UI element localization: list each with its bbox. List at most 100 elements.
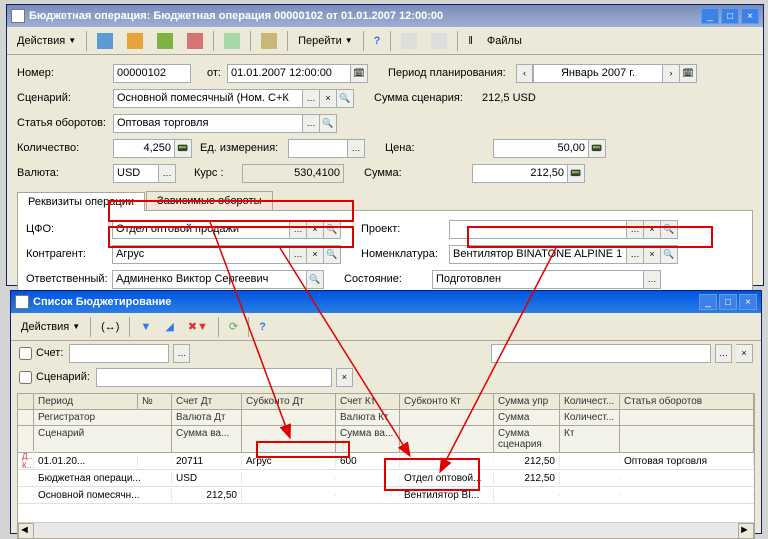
cfo-clear-icon[interactable]: × — [307, 220, 324, 239]
actions-menu-2[interactable]: Действия▼ — [15, 316, 86, 338]
col-registrator[interactable]: Регистратор — [34, 410, 172, 425]
qty-calc-icon[interactable]: 📟 — [175, 139, 192, 158]
h-scrollbar[interactable]: ◄► — [18, 522, 754, 538]
period-picker-icon[interactable]: 🗓 — [680, 64, 697, 83]
nomenclature-clear-icon[interactable]: × — [644, 245, 661, 264]
price-input[interactable] — [493, 139, 589, 158]
minimize-button[interactable]: _ — [701, 8, 719, 24]
sum-input[interactable] — [472, 164, 568, 183]
maximize-button[interactable]: □ — [721, 8, 739, 24]
tb-icon-7[interactable] — [395, 30, 423, 52]
col-sum[interactable]: Сумма — [494, 410, 560, 425]
tb-icon-2[interactable] — [121, 30, 149, 52]
article-select-icon[interactable]: … — [303, 114, 320, 133]
col-period[interactable]: Период — [34, 394, 138, 409]
counterparty-input[interactable] — [112, 245, 290, 264]
cfo-search-icon[interactable]: 🔍 — [324, 220, 341, 239]
scenario-checkbox[interactable] — [19, 371, 32, 384]
currency-input[interactable] — [113, 164, 159, 183]
project-input[interactable] — [449, 220, 627, 239]
number-input[interactable] — [113, 64, 191, 83]
counterparty-clear-icon[interactable]: × — [307, 245, 324, 264]
col-debit-sub[interactable]: Субконто Дт — [242, 394, 336, 409]
close-button[interactable]: × — [741, 8, 759, 24]
nomenclature-input[interactable] — [449, 245, 627, 264]
col-qty[interactable]: Количест... — [560, 394, 620, 409]
tb2-icon-4[interactable]: ✖▼ — [182, 316, 214, 338]
project-clear-icon[interactable]: × — [644, 220, 661, 239]
refresh-icon[interactable]: ⟳ — [223, 316, 244, 338]
unit-select-icon[interactable]: … — [348, 139, 365, 158]
col-scenario[interactable]: Сценарий — [34, 426, 172, 452]
scenario-search-icon[interactable]: 🔍 — [337, 89, 354, 108]
col-sum-va-dt[interactable]: Сумма ва... — [172, 426, 242, 452]
col-credit-acc[interactable]: Счет Кт — [336, 394, 400, 409]
tab-dependent[interactable]: Зависимые обороты — [146, 191, 273, 210]
help-icon[interactable]: ? — [368, 30, 387, 52]
cfo-select-icon[interactable]: … — [290, 220, 307, 239]
col-qty2[interactable]: Количест... — [560, 410, 620, 425]
unit-input[interactable] — [288, 139, 348, 158]
date-picker-icon[interactable]: 🗓 — [351, 64, 368, 83]
scenario-filter-clear-icon[interactable]: × — [336, 368, 353, 387]
col-sum-scen[interactable]: Сумма сценария — [494, 426, 560, 452]
period-fwd-button[interactable]: › — [663, 64, 680, 83]
article-input[interactable] — [113, 114, 303, 133]
goto-menu[interactable]: Перейти▼ — [292, 30, 359, 52]
maximize-button-2[interactable]: □ — [719, 294, 737, 310]
scenario-filter-input[interactable] — [96, 368, 332, 387]
counterparty-select-icon[interactable]: … — [290, 245, 307, 264]
table-row[interactable]: Основной помесячн... 212,50 Вентилятор B… — [18, 487, 754, 504]
sum-calc-icon[interactable]: 📟 — [568, 164, 585, 183]
article-search-icon[interactable]: 🔍 — [320, 114, 337, 133]
col-debit-acc[interactable]: Счет Дт — [172, 394, 242, 409]
nomenclature-select-icon[interactable]: … — [627, 245, 644, 264]
project-select-icon[interactable]: … — [627, 220, 644, 239]
period-back-button[interactable]: ‹ — [516, 64, 533, 83]
col-sum-va-kt[interactable]: Сумма ва... — [336, 426, 400, 452]
tb2-icon-3[interactable]: ◢ — [159, 316, 179, 338]
col-sum-mgmt[interactable]: Сумма упр — [494, 394, 560, 409]
responsible-input[interactable] — [112, 270, 307, 289]
currency-select-icon[interactable]: … — [159, 164, 176, 183]
actions-menu[interactable]: Действия▼ — [11, 30, 82, 52]
tb-icon-4[interactable] — [181, 30, 209, 52]
date-input[interactable] — [227, 64, 351, 83]
period-input[interactable] — [533, 64, 663, 83]
responsible-search-icon[interactable]: 🔍 — [307, 270, 324, 289]
minimize-button-2[interactable]: _ — [699, 294, 717, 310]
counterparty-search-icon[interactable]: 🔍 — [324, 245, 341, 264]
tb-icon-9[interactable]: ‖ — [462, 30, 479, 52]
status-select-icon[interactable]: … — [644, 270, 661, 289]
account-filter[interactable]: Счет: — [19, 347, 63, 360]
col-article[interactable]: Статья оборотов — [620, 394, 754, 409]
table-row[interactable]: Бюджетная операци... USD Отдел оптовой..… — [18, 470, 754, 487]
col-curr-dt[interactable]: Валюта Дт — [172, 410, 242, 425]
right-filter-clear-icon[interactable]: × — [736, 344, 753, 363]
col-num[interactable]: № — [138, 394, 172, 409]
status-input[interactable] — [432, 270, 644, 289]
scenario-filter[interactable]: Сценарий: — [19, 371, 90, 384]
col-credit-sub[interactable]: Субконто Кт — [400, 394, 494, 409]
tab-requisites[interactable]: Реквизиты операции — [17, 192, 145, 211]
tb-icon-5[interactable] — [218, 30, 246, 52]
nomenclature-search-icon[interactable]: 🔍 — [661, 245, 678, 264]
account-filter-input[interactable] — [69, 344, 169, 363]
col-curr-kt[interactable]: Валюта Кт — [336, 410, 400, 425]
cfo-input[interactable] — [112, 220, 290, 239]
close-button-2[interactable]: × — [739, 294, 757, 310]
tb2-icon-1[interactable]: (↔) — [95, 316, 125, 338]
right-filter-select-icon[interactable]: … — [715, 344, 732, 363]
account-checkbox[interactable] — [19, 347, 32, 360]
scenario-select-icon[interactable]: … — [303, 89, 320, 108]
price-calc-icon[interactable]: 📟 — [589, 139, 606, 158]
scenario-clear-icon[interactable]: × — [320, 89, 337, 108]
tb-icon-6[interactable] — [255, 30, 283, 52]
scenario-input[interactable] — [113, 89, 303, 108]
account-select-icon[interactable]: … — [173, 344, 190, 363]
qty-input[interactable] — [113, 139, 175, 158]
files-menu[interactable]: Файлы — [481, 30, 528, 52]
tb-icon-3[interactable] — [151, 30, 179, 52]
project-search-icon[interactable]: 🔍 — [661, 220, 678, 239]
tb-icon-1[interactable] — [91, 30, 119, 52]
